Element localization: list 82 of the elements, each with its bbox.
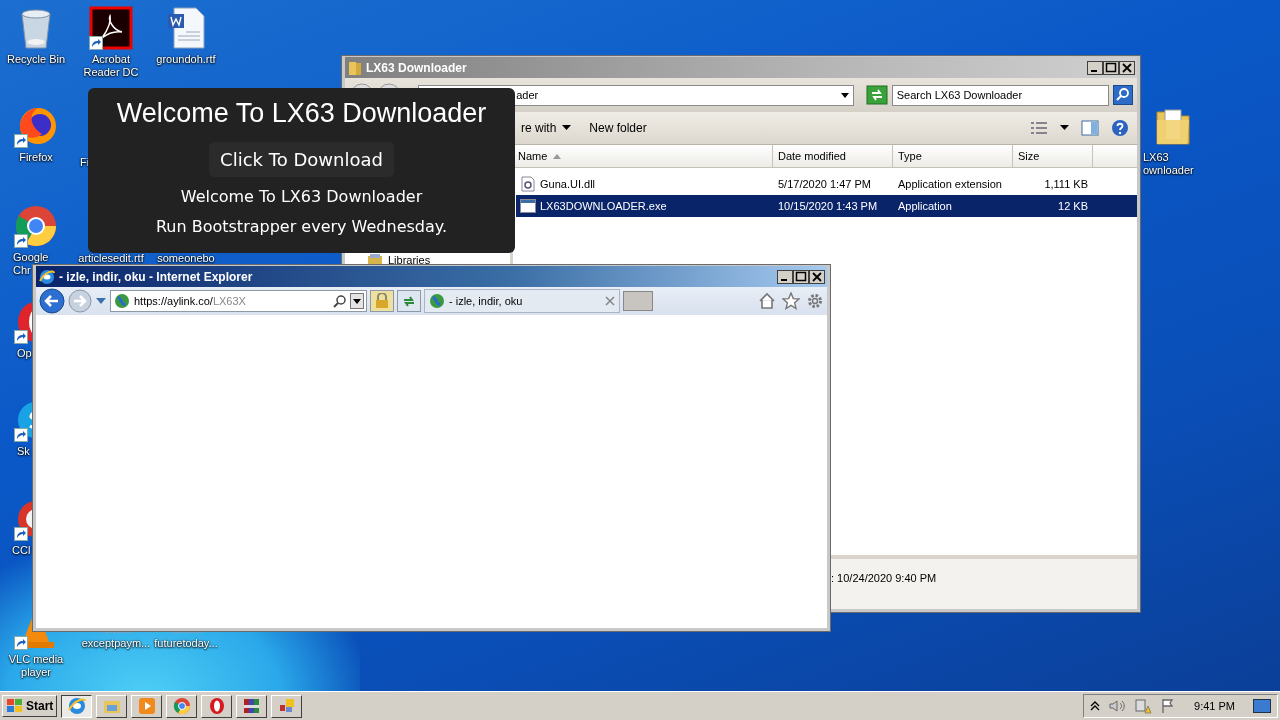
- books-icon: [241, 697, 262, 715]
- column-header[interactable]: Type: [893, 145, 1013, 167]
- search-icon[interactable]: [1113, 85, 1133, 105]
- download-button[interactable]: Click To Download: [209, 142, 394, 177]
- popup-text: Welcome To LX63 Downloader: [180, 187, 423, 207]
- column-header[interactable]: Size: [1013, 145, 1093, 167]
- windows-logo-icon: [6, 698, 24, 714]
- new-folder-button[interactable]: New folder: [589, 121, 647, 135]
- size-cell-text: 12 KB: [1057, 199, 1089, 214]
- icon-label[interactable]: Google: [13, 251, 49, 264]
- icon-label[interactable]: Recycle Bin: [6, 53, 66, 66]
- refresh-icon[interactable]: [866, 85, 888, 105]
- icon-label[interactable]: Chr: [13, 264, 31, 277]
- back-button[interactable]: [39, 288, 65, 314]
- chrome-icon: [171, 697, 192, 715]
- file-name: Guna.UI.dll: [540, 178, 596, 190]
- date-cell-text: 5/17/2020 1:47 PM: [777, 177, 872, 192]
- window-title: LX63 Downloader: [366, 60, 468, 75]
- icon-label[interactable]: groundoh.rtf: [156, 53, 216, 66]
- globe-icon: [113, 293, 131, 309]
- icon-label[interactable]: Reader DC: [83, 66, 139, 79]
- close-button[interactable]: [809, 269, 825, 284]
- window-title: - izle, indir, oku - Internet Explorer: [59, 269, 254, 284]
- taskbar-button[interactable]: [61, 694, 93, 718]
- icon-label[interactable]: ownloader: [1143, 164, 1194, 177]
- window-icon: [520, 199, 536, 213]
- search-field[interactable]: Search LX63 Downloader: [891, 84, 1110, 106]
- star-icon[interactable]: [782, 292, 800, 310]
- search-icon[interactable]: [333, 294, 347, 308]
- lock-icon: [375, 293, 389, 309]
- file-row[interactable]: Guna.UI.dll 5/17/2020 1:47 PM Application extension 1,111 KB: [516, 173, 1137, 195]
- acrobat-icon: [89, 6, 133, 50]
- lock-button[interactable]: [370, 290, 394, 312]
- refresh-button[interactable]: [397, 290, 421, 312]
- folder-icon: [348, 59, 362, 76]
- internet-explorer-icon: [39, 268, 55, 285]
- file-name: LX63DOWNLOADER.exe: [540, 200, 667, 212]
- start-button[interactable]: Start: [2, 695, 58, 717]
- speaker-icon[interactable]: [1108, 698, 1127, 714]
- icon-label[interactable]: Sk: [17, 445, 30, 458]
- minimize-button[interactable]: [1087, 60, 1103, 75]
- icon-label[interactable]: Firefox: [19, 151, 53, 164]
- close-button[interactable]: [1119, 60, 1135, 75]
- column-header[interactable]: Date modified: [773, 145, 893, 167]
- minimize-button[interactable]: [777, 269, 793, 284]
- refresh-icon: [402, 294, 416, 308]
- help-icon[interactable]: [1111, 119, 1129, 137]
- home-icon[interactable]: [758, 292, 776, 310]
- type-cell-text: Application: [897, 199, 953, 214]
- url-text: https://aylink.co/LX63X: [134, 295, 247, 307]
- type-cell-text: Application extension: [897, 177, 1003, 192]
- address-bar[interactable]: https://aylink.co/LX63X: [110, 290, 367, 312]
- settings-icon[interactable]: [806, 292, 824, 310]
- internet-explorer-icon: [66, 697, 87, 715]
- share-with-menu[interactable]: re with: [521, 121, 557, 135]
- icon-label[interactable]: Acrobat: [92, 53, 130, 66]
- icon-label[interactable]: CCl: [12, 544, 31, 557]
- icon-label[interactable]: Op: [17, 347, 32, 360]
- preview-pane-icon[interactable]: [1081, 120, 1099, 136]
- close-icon[interactable]: [605, 296, 615, 306]
- browser-tab[interactable]: - izle, indir, oku: [424, 289, 620, 313]
- clock[interactable]: 9:41 PM: [1194, 700, 1235, 712]
- globe-icon: [429, 293, 445, 309]
- dropdown-arrow-icon[interactable]: [840, 90, 851, 100]
- caret-icon[interactable]: [1060, 125, 1069, 131]
- size-cell-text: 1,111 KB: [1043, 177, 1089, 192]
- icon-label[interactable]: someonebo: [157, 253, 215, 264]
- maximize-button[interactable]: [1103, 60, 1119, 75]
- popup-text: Run Bootstrapper every Wednesday.: [155, 217, 448, 237]
- play-icon: [136, 697, 157, 715]
- view-options-icon[interactable]: [1030, 121, 1048, 135]
- icon-label[interactable]: articlesedit.rtf: [78, 253, 144, 264]
- maximize-button[interactable]: [793, 269, 809, 284]
- sort-arrow-icon: [553, 153, 562, 159]
- date-cell-text: 10/15/2020 1:43 PM: [777, 199, 879, 214]
- icon-label[interactable]: Fi: [80, 156, 90, 169]
- icon-label[interactable]: LX63: [1143, 151, 1169, 164]
- details-text: : 10/24/2020 9:40 PM: [831, 572, 937, 584]
- file-row[interactable]: LX63DOWNLOADER.exe 10/15/2020 1:43 PM Application 12 KB: [516, 195, 1137, 217]
- caret-icon: [562, 125, 572, 131]
- show-desktop-icon[interactable]: [1253, 699, 1271, 713]
- chevron-up-icon[interactable]: [1090, 700, 1101, 712]
